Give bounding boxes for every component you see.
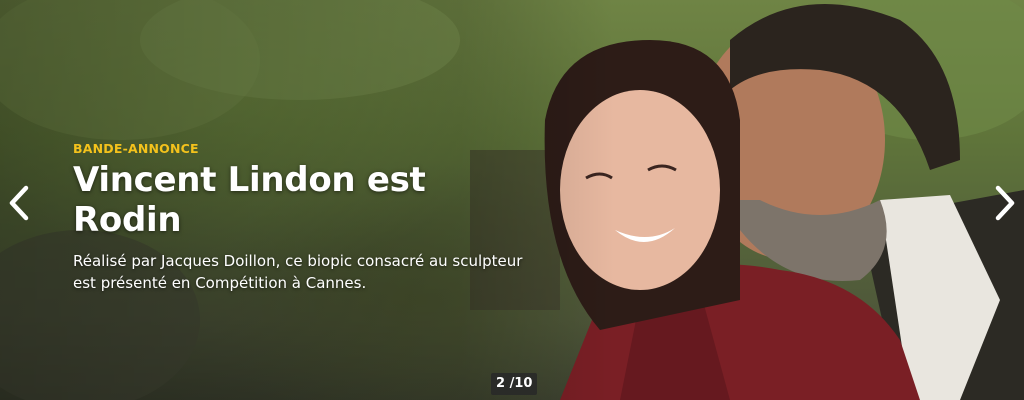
slide-title[interactable]: Vincent Lindon est Rodin	[73, 160, 523, 240]
chevron-right-icon	[995, 185, 1015, 221]
hero-slider: BANDE-ANNONCE Vincent Lindon est Rodin R…	[0, 0, 1024, 400]
next-slide-button[interactable]	[990, 183, 1020, 223]
chevron-left-icon	[9, 185, 29, 221]
previous-slide-button[interactable]	[4, 183, 34, 223]
slide-category: BANDE-ANNONCE	[73, 141, 199, 156]
slide-description: Réalisé par Jacques Doillon, ce biopic c…	[73, 252, 523, 292]
slide-caption[interactable]: BANDE-ANNONCE Vincent Lindon est Rodin R…	[73, 141, 523, 294]
slide-counter: 2 /10	[491, 373, 538, 395]
